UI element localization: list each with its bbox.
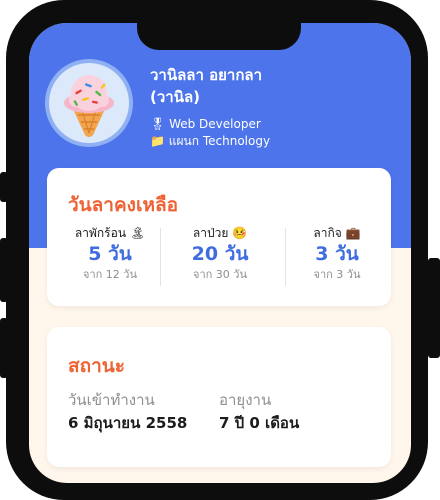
- leave-total: จาก 12 วัน: [83, 268, 137, 281]
- divider: [160, 228, 161, 286]
- folder-icon: 📁: [150, 134, 165, 148]
- start-date-field: วันเข้าทำงาน 6 มิถุนายน 2558: [68, 390, 187, 434]
- leave-item-vacation[interactable]: ลาพักร้อน 🏝 5 วัน จาก 12 วัน: [60, 224, 160, 283]
- role-text: Web Developer: [169, 117, 261, 131]
- department-text: แผนก Technology: [168, 134, 271, 148]
- leave-item-sick[interactable]: ลาป่วย 🤒 20 วัน จาก 30 วัน: [170, 224, 270, 283]
- avatar[interactable]: [49, 63, 129, 143]
- profile-full-name: วานิลลา อยากลา: [150, 66, 263, 84]
- leave-label: ลากิจ 💼: [313, 226, 361, 240]
- profile-name: วานิลลา อยากลา (วานิล): [150, 64, 370, 108]
- leave-label: ลาป่วย 🤒: [192, 226, 248, 240]
- divider: [285, 228, 286, 286]
- leave-card-title: วันลาคงเหลือ: [68, 194, 179, 216]
- start-date-label: วันเข้าทำงาน: [68, 391, 155, 409]
- leave-balance-card: วันลาคงเหลือ ลาพักร้อน 🏝 5 วัน จาก 12 วั…: [47, 168, 391, 306]
- mute-switch: [0, 172, 8, 202]
- tenure-field: อายุงาน 7 ปี 0 เดือน: [219, 390, 299, 434]
- leave-item-personal[interactable]: ลากิจ 💼 3 วัน จาก 3 วัน: [287, 224, 387, 283]
- phone-notch: [137, 23, 301, 50]
- leave-value: 3 วัน: [315, 243, 359, 265]
- profile-nickname: (วานิล): [150, 88, 201, 106]
- status-card-title: สถานะ: [68, 355, 125, 377]
- leave-value: 20 วัน: [191, 243, 249, 265]
- phone-screen: วานิลลา อยากลา (วานิล) 🎖 Web Developer 📁…: [29, 23, 411, 483]
- leave-value: 5 วัน: [88, 243, 132, 265]
- volume-down-button: [0, 318, 8, 378]
- tenure-value: 7 ปี 0 เดือน: [219, 414, 300, 432]
- leave-total: จาก 3 วัน: [313, 268, 361, 281]
- volume-up-button: [0, 238, 8, 302]
- profile-role: 🎖 Web Developer: [150, 116, 261, 132]
- start-date-value: 6 มิถุนายน 2558: [68, 414, 188, 432]
- status-card: สถานะ วันเข้าทำงาน 6 มิถุนายน 2558 อายุง…: [47, 327, 391, 467]
- tenure-label: อายุงาน: [219, 391, 272, 409]
- ice-cream-icon: [64, 75, 114, 137]
- profile-department: 📁 แผนก Technology: [150, 133, 270, 149]
- medal-icon: 🎖: [150, 117, 166, 131]
- leave-label: ลาพักร้อน 🏝: [74, 226, 146, 240]
- leave-total: จาก 30 วัน: [193, 268, 247, 281]
- power-button: [428, 258, 440, 358]
